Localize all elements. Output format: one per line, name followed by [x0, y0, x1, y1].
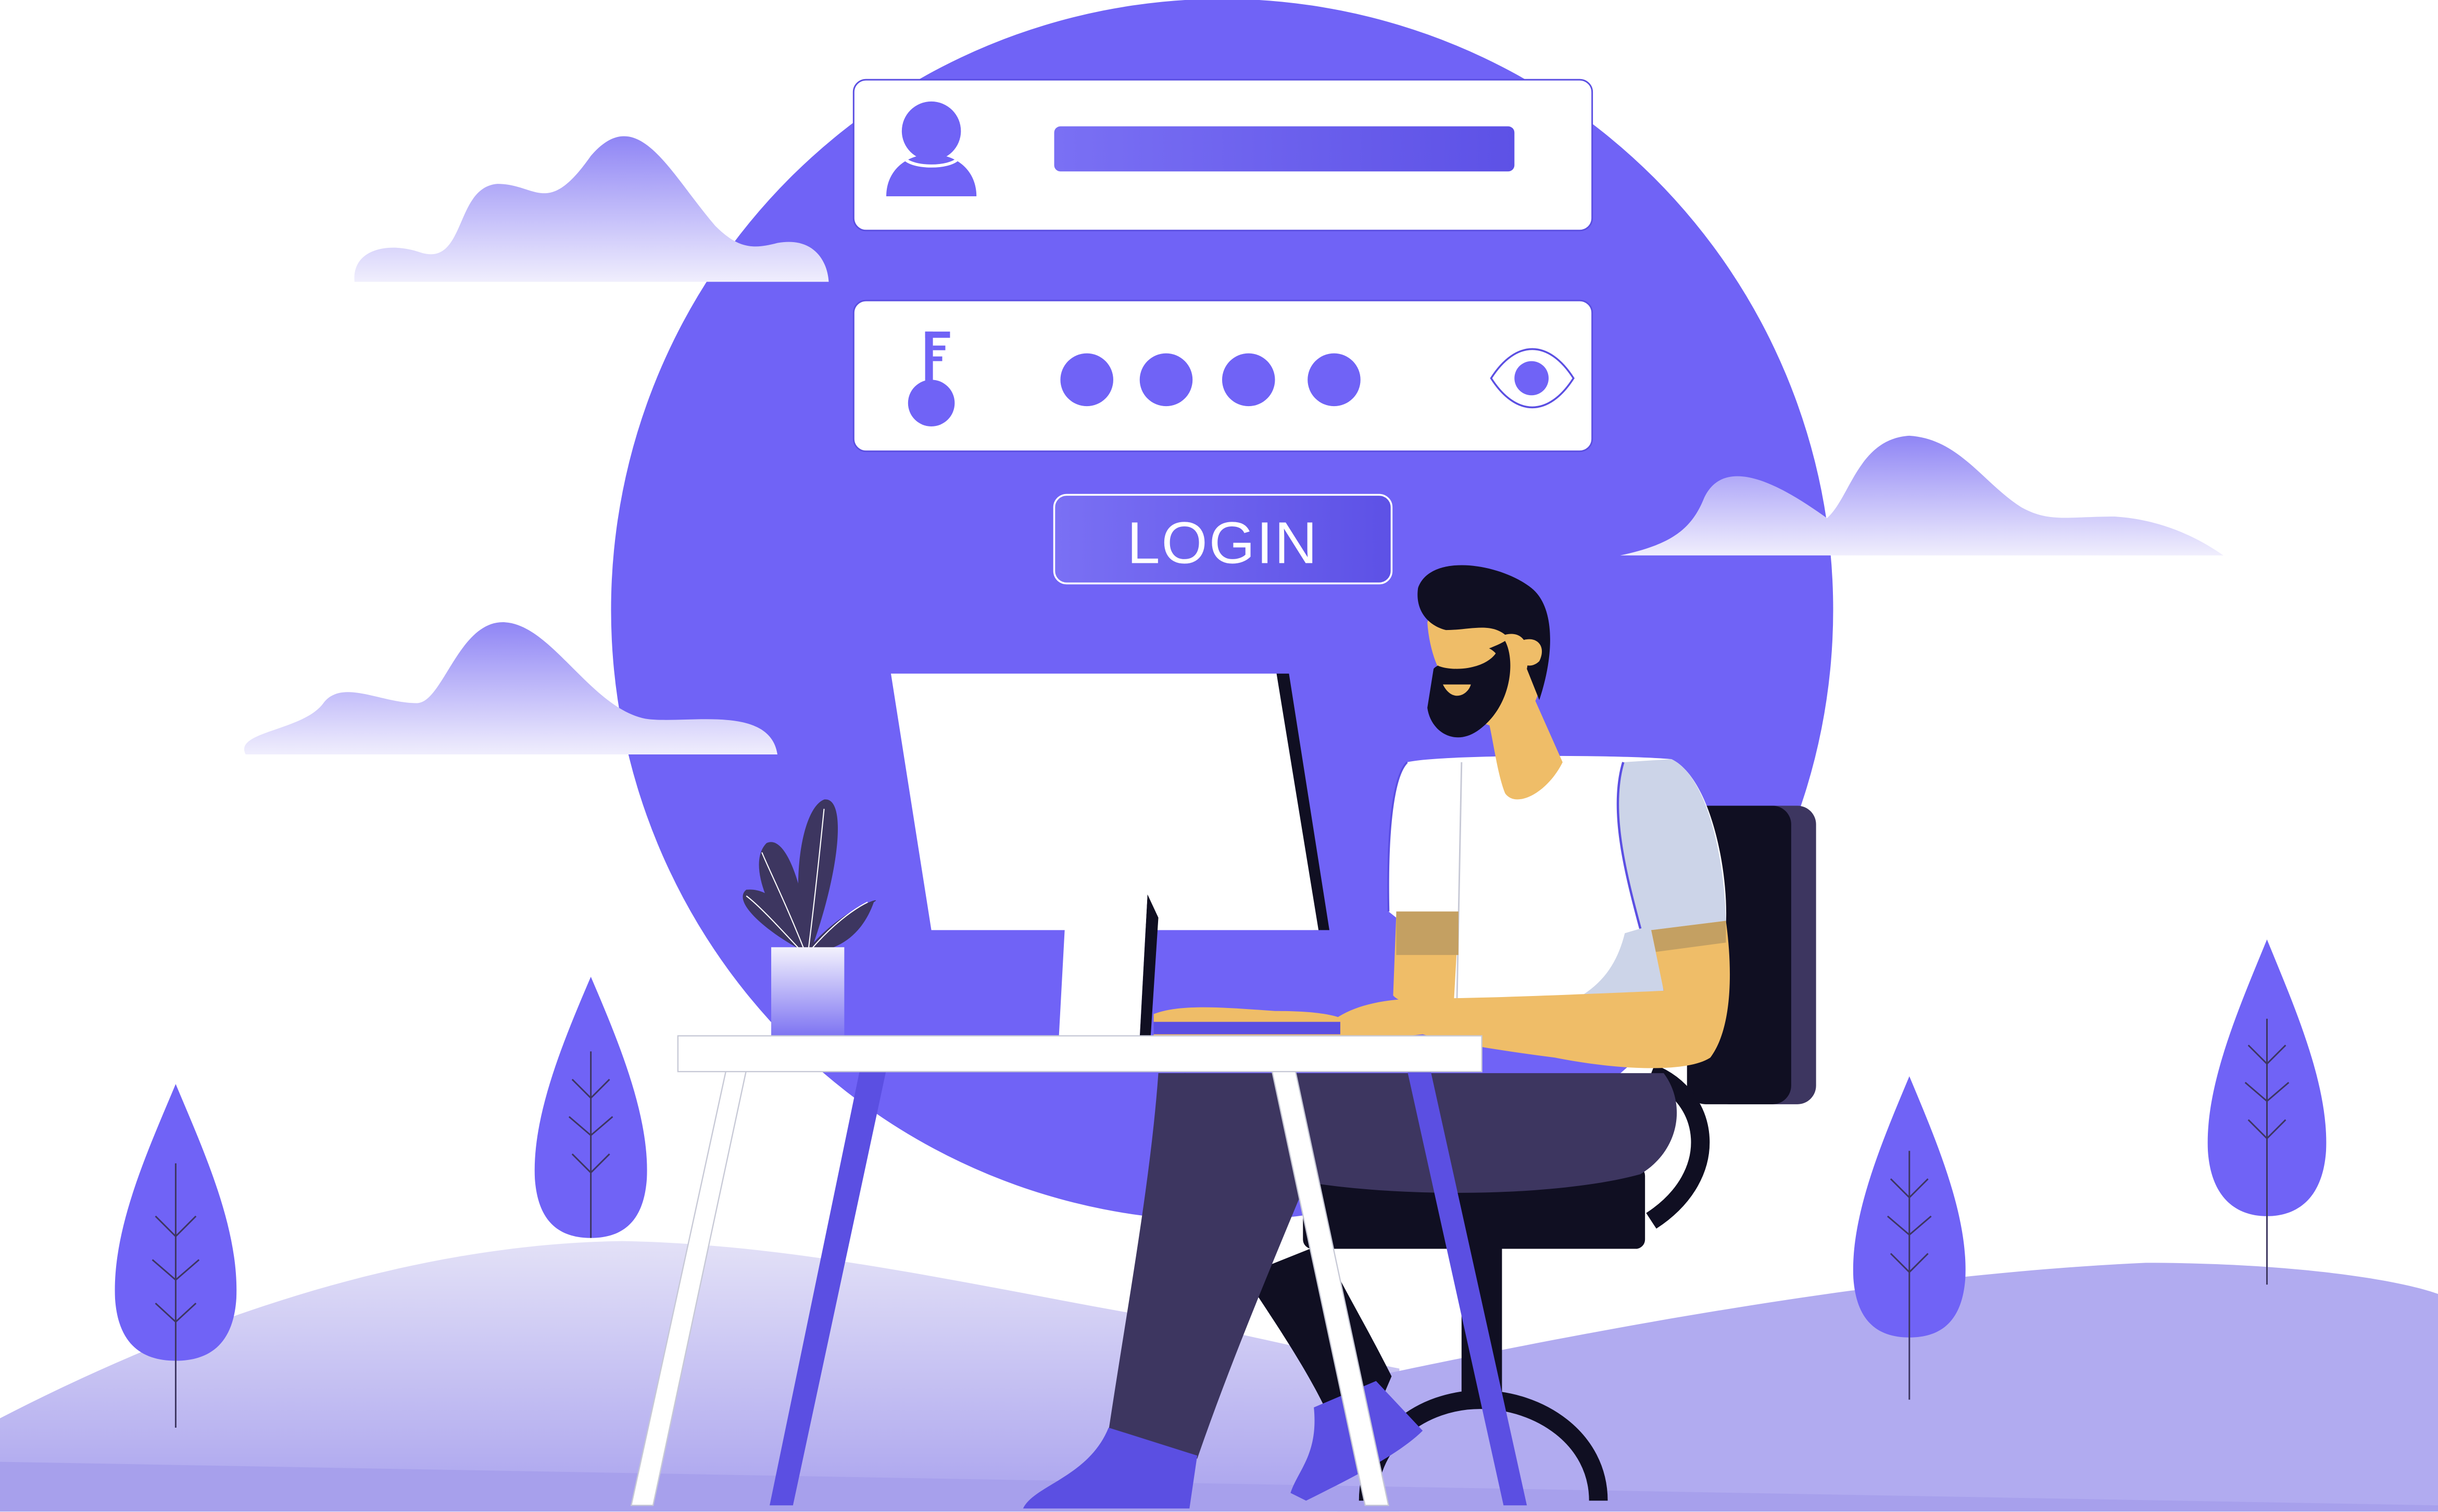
login-illustration: LOGIN [0, 0, 2438, 1512]
password-dot [1139, 353, 1193, 407]
login-button[interactable]: LOGIN [1053, 494, 1393, 585]
username-field[interactable] [852, 79, 1593, 232]
tree-far-right [2207, 939, 2327, 1285]
cloud-top-left [354, 136, 829, 282]
tree-left [534, 977, 647, 1238]
password-field[interactable] [852, 299, 1593, 452]
username-input-bar[interactable] [1054, 126, 1515, 172]
password-dot [1060, 353, 1113, 407]
login-button-label: LOGIN [1127, 510, 1318, 576]
password-dot [1222, 353, 1275, 407]
password-dot [1308, 353, 1361, 407]
